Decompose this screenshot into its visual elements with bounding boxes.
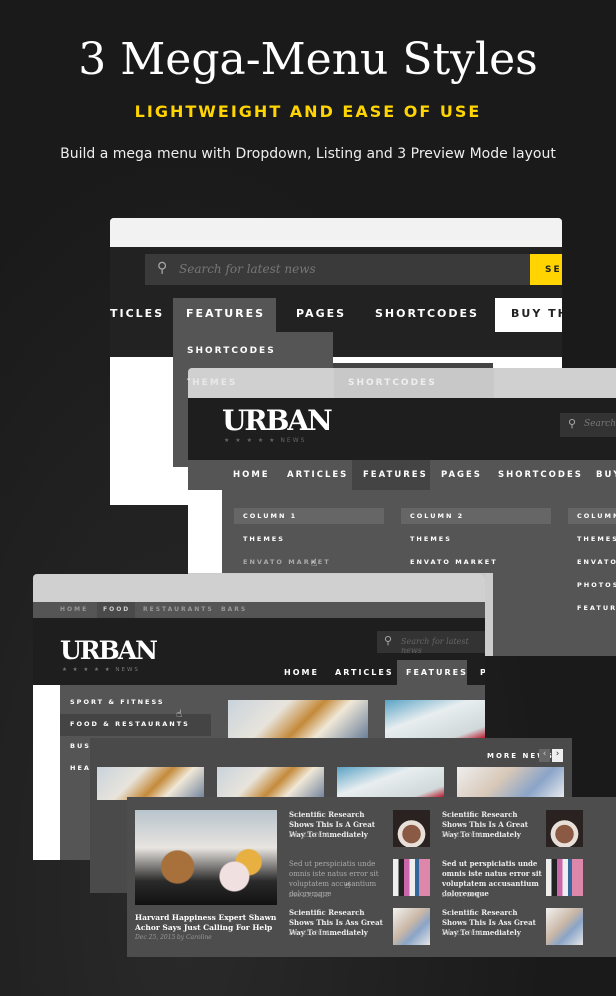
nav-shortcodes[interactable]: SHORTCODES [498,470,583,480]
column-item[interactable]: THEMES [410,535,452,543]
column-item[interactable]: THEMES [243,535,285,543]
nav-articles[interactable]: ARTICLES [287,470,348,480]
hero-subtitle: LIGHTWEIGHT AND EASE OF USE [134,102,482,121]
search-button[interactable]: SE [530,254,562,285]
topbar-link[interactable]: FOOD [103,606,130,613]
nav-features[interactable]: FEATURES [352,460,430,490]
dropdown-item[interactable]: SHORTCODES [187,346,276,356]
search-icon: ⚲ [157,260,168,276]
topbar-link[interactable]: HOME [60,606,88,613]
prev-arrow-button[interactable]: ‹ [539,749,550,762]
nav-pages[interactable]: PAGES [296,307,346,320]
nav-buy[interactable]: BUY [596,470,616,480]
category-item[interactable]: SPORT & FITNESS [60,692,211,714]
column-item[interactable]: PHOTOS [577,581,616,589]
post-thumbnail[interactable] [546,908,583,945]
column-item[interactable]: ENVATO MARKET [410,558,498,566]
post-thumbnail[interactable] [393,908,430,945]
next-arrow-button[interactable]: › [552,749,563,762]
nav-shortcodes[interactable]: SHORTCODES [375,307,479,320]
featured-image[interactable] [135,810,277,905]
nav-home[interactable]: HOME [284,668,319,677]
news-thumbnail[interactable] [337,767,444,800]
cursor-icon: ☝ [345,881,351,891]
column-item[interactable]: ENVATO [577,558,616,566]
topbar-link[interactable]: BARS [221,606,247,613]
nav-features[interactable]: FEATURES [173,298,276,332]
nav-features[interactable]: FEATURES [397,660,467,685]
nav-articles[interactable]: ARTICLES [335,668,394,677]
news-thumbnail[interactable] [217,767,324,800]
news-thumbnail[interactable] [97,767,204,800]
column-item[interactable]: THEMES [577,535,616,543]
logo: URBAN [222,404,333,437]
preview-image[interactable] [385,700,485,738]
column-item[interactable]: ENVATO MARKET [243,558,331,566]
news-thumbnail[interactable] [457,767,564,800]
posts-panel: Harvard Happiness Expert Shawn Achor Say… [127,797,616,957]
post-thumbnail[interactable] [546,810,583,847]
preview-image[interactable] [228,700,368,738]
topbar-link[interactable]: RESTAURANTS [143,606,214,613]
search-input[interactable]: ⚲ Search for latest news [145,254,530,285]
cursor-icon: ☝ [176,709,183,720]
column-header: COLUMN [568,508,616,524]
search-icon: ⚲ [568,417,577,430]
search-input[interactable]: ⚲ Search f [560,413,616,437]
post-thumbnail[interactable] [393,859,430,896]
column-header: COLUMN 1 [234,508,384,524]
logo: URBAN [60,636,158,665]
search-icon: ⚲ [384,634,393,647]
buy-theme-button[interactable]: BUY TH [495,298,562,332]
cursor-icon: ☝ [311,558,318,569]
nav-pages[interactable]: PAGES [441,470,482,480]
category-item[interactable]: FOOD & RESTAURANTS [60,714,211,736]
submenu-title: SHORTCODES [348,378,437,388]
nav-articles[interactable]: TICLES [110,307,164,320]
column-header: COLUMN 2 [401,508,551,524]
hero-description: Build a mega menu with Dropdown, Listing… [60,146,556,162]
post-thumbnail[interactable] [393,810,430,847]
featured-title[interactable]: Harvard Happiness Expert Shawn Achor Say… [135,913,285,933]
post-thumbnail[interactable] [546,859,583,896]
nav-home[interactable]: HOME [233,470,270,480]
column-item[interactable]: FEATUR [577,604,616,612]
search-input[interactable]: ⚲ Search for latest news [377,631,485,655]
hero-title: 3 Mega-Menu Styles [78,34,538,85]
